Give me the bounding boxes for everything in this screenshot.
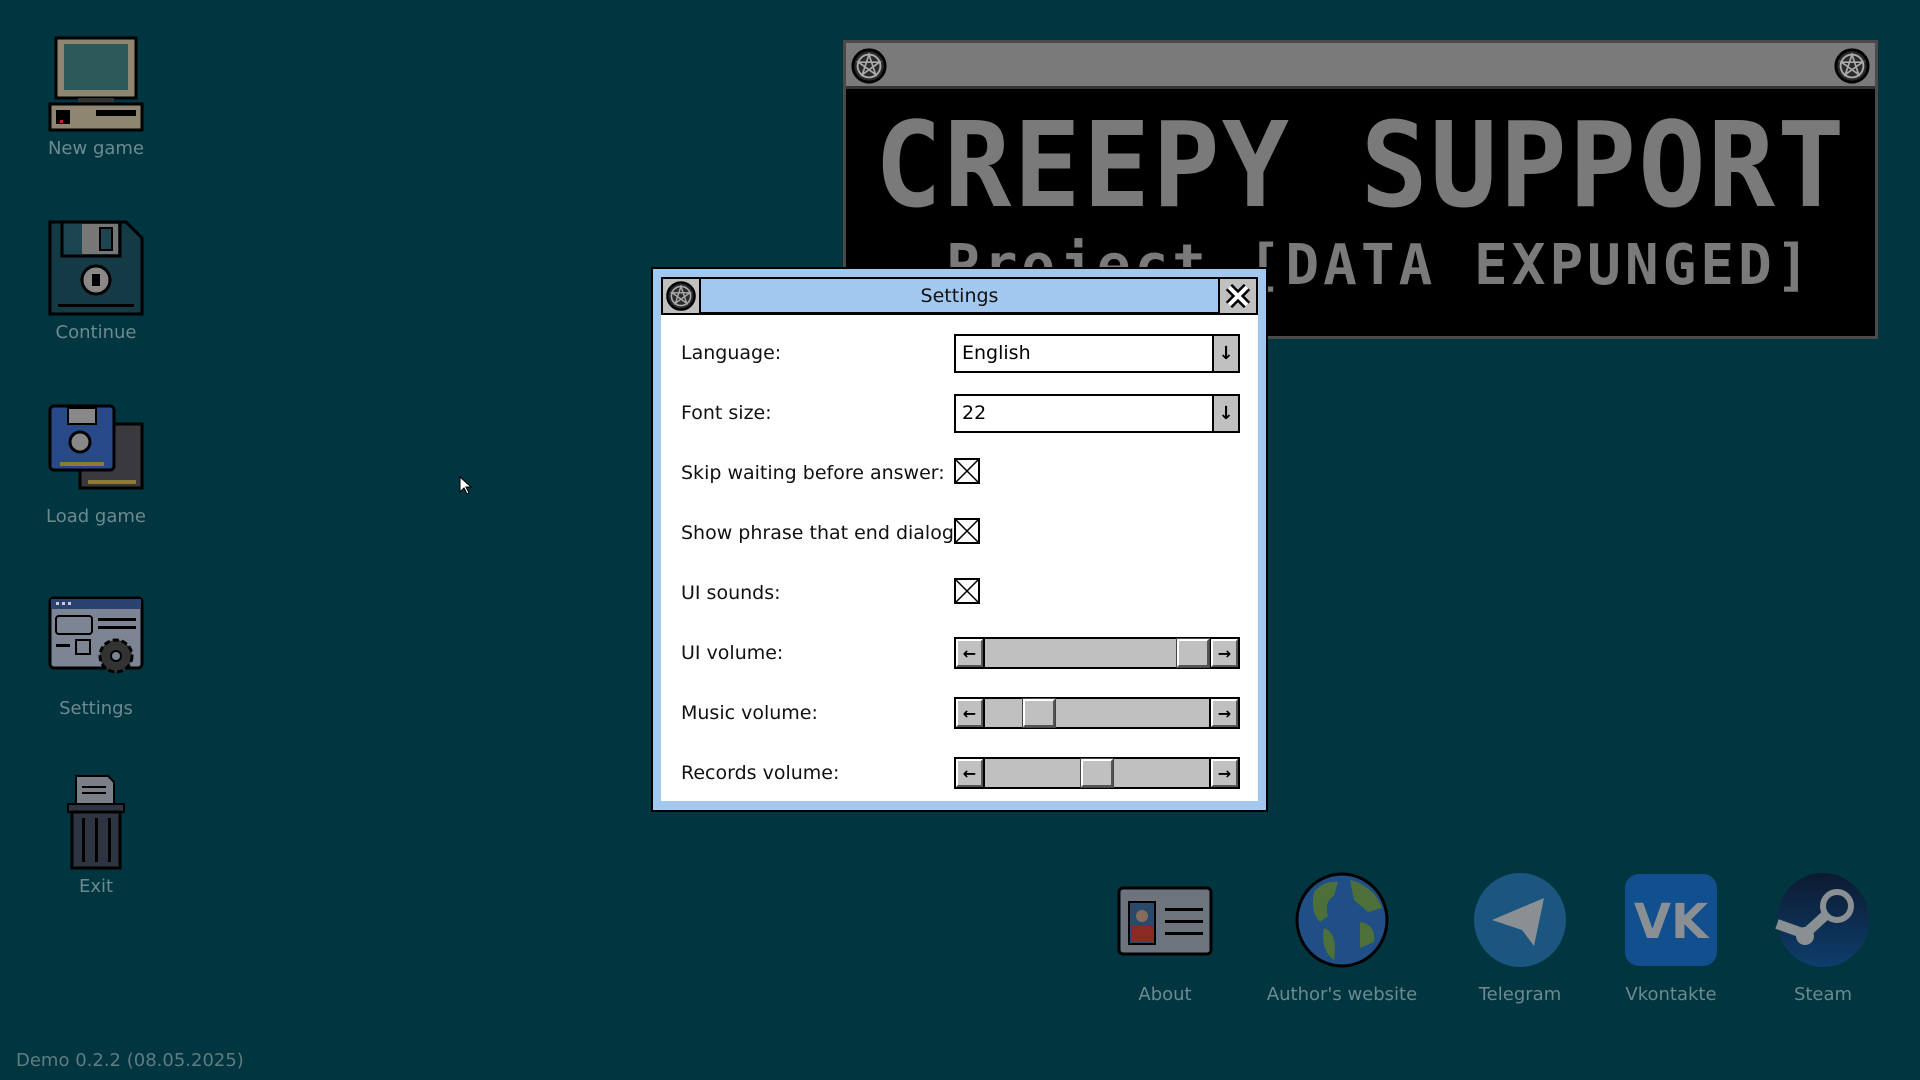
logo-title-bar — [846, 43, 1875, 89]
computer-icon — [48, 36, 144, 132]
link-steam[interactable]: Steam — [1733, 872, 1913, 1005]
dropdown-value: 22 — [962, 402, 986, 424]
version-label: Demo 0.2.2 (08.05.2025) — [16, 1050, 244, 1071]
arrow-right-icon[interactable]: → — [1211, 639, 1238, 667]
id-card-icon — [1117, 872, 1213, 968]
floppy-disk-icon — [48, 220, 144, 316]
settings-title-bar[interactable]: Settings — [661, 277, 1258, 315]
close-button[interactable] — [1218, 279, 1256, 313]
desktop-icon-settings[interactable]: Settings — [16, 596, 176, 719]
settings-window-icon — [48, 596, 144, 680]
link-authors-website[interactable]: Author's website — [1252, 872, 1432, 1005]
window-title: Settings — [921, 285, 999, 307]
desktop-icon-new-game[interactable]: New game — [16, 36, 176, 159]
window-menu-button[interactable] — [663, 279, 701, 313]
dropdown-value: English — [962, 342, 1031, 364]
slider-thumb[interactable] — [1177, 639, 1209, 667]
font-size-dropdown[interactable]: 22 ↓ — [954, 394, 1240, 433]
ui-volume-slider[interactable]: ←→ — [954, 637, 1240, 669]
mouse-cursor-icon — [459, 476, 473, 496]
desktop-icon-exit[interactable]: Exit — [16, 774, 176, 897]
pentagram-icon — [665, 280, 697, 312]
setting-ui-sounds: UI sounds: — [661, 573, 1258, 613]
arrow-right-icon[interactable]: → — [1211, 699, 1238, 727]
trash-can-icon — [48, 774, 144, 870]
setting-records-volume: Records volume: ←→ — [661, 753, 1258, 793]
globe-icon — [1294, 872, 1390, 968]
pentagram-icon — [1833, 47, 1871, 85]
arrow-left-icon[interactable]: ← — [956, 699, 983, 727]
desktop-icon-continue[interactable]: Continue — [16, 220, 176, 343]
setting-label: Music volume: — [681, 702, 818, 724]
arrow-right-icon[interactable]: → — [1211, 759, 1238, 787]
setting-ui-volume: UI volume: ←→ — [661, 633, 1258, 673]
vk-icon: VK — [1623, 872, 1719, 968]
steam-icon — [1775, 872, 1871, 968]
desktop-icon-label: Exit — [16, 876, 176, 897]
setting-language: Language: English ↓ — [661, 333, 1258, 373]
desktop-icon-label: Load game — [16, 506, 176, 527]
arrow-left-icon[interactable]: ← — [956, 639, 983, 667]
setting-label: UI sounds: — [681, 582, 781, 604]
settings-window: Settings Language: English ↓ Font size: 2… — [651, 267, 1268, 812]
link-about[interactable]: About — [1075, 872, 1255, 1005]
floppy-disks-icon — [48, 404, 144, 500]
setting-music-volume: Music volume: ←→ — [661, 693, 1258, 733]
link-label: Steam — [1733, 984, 1913, 1005]
arrow-down-icon[interactable]: ↓ — [1212, 396, 1238, 431]
arrow-down-icon[interactable]: ↓ — [1212, 336, 1238, 371]
setting-label: Skip waiting before answer: — [681, 462, 945, 484]
desktop-icon-label: New game — [16, 138, 176, 159]
link-label: Author's website — [1252, 984, 1432, 1005]
close-icon — [1224, 282, 1252, 310]
records-volume-slider[interactable]: ←→ — [954, 757, 1240, 789]
language-dropdown[interactable]: English ↓ — [954, 334, 1240, 373]
setting-label: Language: — [681, 342, 781, 364]
slider-thumb[interactable] — [1023, 699, 1055, 727]
desktop-icon-label: Continue — [16, 322, 176, 343]
desktop-icon-load-game[interactable]: Load game — [16, 404, 176, 527]
skip-waiting-checkbox[interactable] — [954, 458, 980, 484]
setting-label: Show phrase that end dialog: — [681, 522, 960, 544]
link-label: About — [1075, 984, 1255, 1005]
ui-sounds-checkbox[interactable] — [954, 578, 980, 604]
desktop-icon-label: Settings — [16, 698, 176, 719]
logo-title: CREEPY SUPPORT — [846, 98, 1875, 235]
setting-label: Font size: — [681, 402, 772, 424]
slider-thumb[interactable] — [1081, 759, 1113, 787]
setting-label: UI volume: — [681, 642, 783, 664]
svg-text:VK: VK — [1634, 894, 1710, 950]
show-phrase-checkbox[interactable] — [954, 518, 980, 544]
setting-skip-waiting: Skip waiting before answer: — [661, 453, 1258, 493]
settings-body: Language: English ↓ Font size: 22 ↓ Skip w… — [661, 315, 1258, 801]
arrow-left-icon[interactable]: ← — [956, 759, 983, 787]
setting-font-size: Font size: 22 ↓ — [661, 393, 1258, 433]
setting-label: Records volume: — [681, 762, 839, 784]
setting-show-phrase: Show phrase that end dialog: — [661, 513, 1258, 553]
music-volume-slider[interactable]: ←→ — [954, 697, 1240, 729]
pentagram-icon — [850, 47, 888, 85]
telegram-icon — [1472, 872, 1568, 968]
